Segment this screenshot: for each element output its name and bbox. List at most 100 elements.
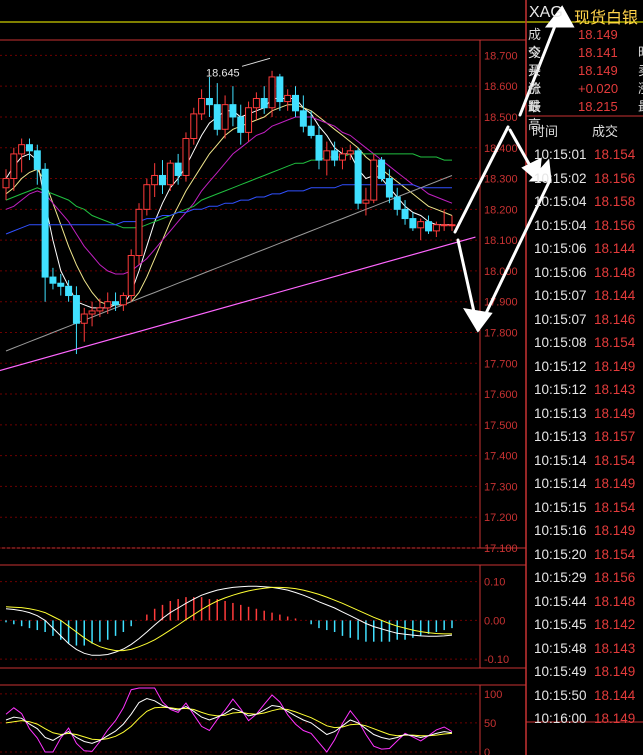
trade-row: 10:15:13 18.149 xyxy=(528,402,643,425)
trade-time: 10:15:13 xyxy=(534,429,587,444)
trade-price: 18.158 xyxy=(594,194,636,209)
candle xyxy=(315,126,323,170)
quote-value: 18.149 xyxy=(578,63,618,78)
candle xyxy=(252,92,260,121)
price-tick-label: 18.700 xyxy=(484,50,518,62)
candle-body xyxy=(151,174,159,186)
candle-body xyxy=(260,97,268,109)
trade-price: 18.156 xyxy=(594,570,636,585)
macd-tick-label: 0.00 xyxy=(484,615,505,627)
trade-row: 10:15:13 18.157 xyxy=(528,425,643,448)
trade-price: 18.154 xyxy=(594,452,636,468)
trade-time: 10:15:04 xyxy=(534,217,587,233)
candle-body xyxy=(401,208,409,220)
price-tick-label: 17.800 xyxy=(484,327,518,339)
candle xyxy=(229,86,237,127)
candle-body xyxy=(10,153,18,180)
trade-time: 10:15:49 xyxy=(534,664,587,679)
high-annotation-leader xyxy=(241,57,271,67)
price-tick-label: 18.500 xyxy=(484,112,518,124)
trade-price: 18.149 xyxy=(594,476,636,491)
candle-body xyxy=(96,307,104,312)
trade-row: 10:15:15 18.154 xyxy=(528,496,643,519)
candle xyxy=(213,83,221,136)
trades-header: 时间 成交 xyxy=(528,118,643,140)
trade-price: 18.148 xyxy=(594,593,636,609)
trade-row: 10:15:01 18.154 xyxy=(528,143,643,166)
candle xyxy=(307,110,315,139)
moving-average-line xyxy=(5,175,453,352)
candle-body xyxy=(268,76,276,109)
candle xyxy=(354,147,362,210)
quote-extra-label: 卖 xyxy=(638,62,643,80)
trade-row: 10:15:49 18.149 xyxy=(528,660,643,683)
price-tick-label: 17.700 xyxy=(484,358,518,370)
candle-body xyxy=(143,184,151,210)
trade-row: 10:15:29 18.156 xyxy=(528,566,643,589)
candle-body xyxy=(409,218,417,229)
candle-body xyxy=(190,113,198,140)
trade-price: 18.148 xyxy=(594,264,636,280)
candle xyxy=(448,215,456,231)
candle-body xyxy=(378,159,386,180)
trades-header-price: 成交 xyxy=(592,124,619,139)
candle-body xyxy=(57,282,65,287)
candle xyxy=(127,249,135,302)
candle-body xyxy=(174,162,182,176)
candle-body xyxy=(354,150,362,204)
candle-body xyxy=(440,224,448,227)
candle xyxy=(440,209,448,231)
kdj-tick-label: 0 xyxy=(484,747,490,755)
trade-time: 10:15:04 xyxy=(534,194,587,209)
candle-body xyxy=(393,196,401,210)
candle-body xyxy=(80,313,88,324)
price-tick-label: 17.600 xyxy=(484,389,518,401)
candle xyxy=(370,153,378,204)
trade-time: 10:15:12 xyxy=(534,382,587,397)
price-tick-label: 17.200 xyxy=(484,512,518,524)
trade-row: 10:15:50 18.144 xyxy=(528,684,643,707)
trade-row: 10:15:16 18.149 xyxy=(528,519,643,542)
trade-time: 10:15:06 xyxy=(534,264,587,280)
candle xyxy=(205,76,213,117)
trade-time: 10:15:45 xyxy=(534,617,587,632)
candle xyxy=(119,292,127,311)
trade-time: 10:15:14 xyxy=(534,452,587,468)
trade-row: 10:15:02 18.156 xyxy=(528,167,643,190)
trade-price: 18.154 xyxy=(594,335,636,350)
trade-price: 18.143 xyxy=(594,640,636,656)
candle xyxy=(292,86,300,117)
trades-header-time: 时间 xyxy=(532,124,559,139)
candle xyxy=(260,86,268,114)
trade-row: 10:16:00 18.149 xyxy=(528,707,643,730)
macd-tick-label: -0.10 xyxy=(484,654,509,666)
candle xyxy=(284,89,292,111)
quote-value: +0.020 xyxy=(578,81,619,96)
trade-row: 10:15:45 18.142 xyxy=(528,613,643,636)
price-tick-label: 18.300 xyxy=(484,174,518,186)
moving-average-line xyxy=(5,104,453,306)
price-tick-label: 18.000 xyxy=(484,266,518,278)
candle xyxy=(72,286,80,355)
candle xyxy=(182,132,190,182)
candle-body xyxy=(237,116,245,133)
candle xyxy=(10,147,18,191)
price-tick-label: 18.400 xyxy=(484,143,518,155)
candle-body xyxy=(18,144,26,155)
price-tick-label: 17.100 xyxy=(484,543,518,555)
candle-body xyxy=(425,221,433,232)
price-tick-label: 18.200 xyxy=(484,204,518,216)
trade-price: 18.149 xyxy=(594,711,636,726)
candle xyxy=(143,178,151,216)
candle-body xyxy=(245,107,253,133)
trade-row: 10:15:14 18.154 xyxy=(528,449,643,472)
trade-row: 10:15:07 18.146 xyxy=(528,308,643,331)
trade-row: 10:15:12 18.149 xyxy=(528,355,643,378)
candle-body xyxy=(213,104,221,130)
candle xyxy=(158,160,166,194)
candle xyxy=(25,138,33,161)
trade-row: 10:15:07 18.144 xyxy=(528,284,643,307)
trade-price: 18.154 xyxy=(594,147,636,162)
trade-time: 10:15:50 xyxy=(534,687,587,703)
price-tick-label: 17.300 xyxy=(484,481,518,493)
